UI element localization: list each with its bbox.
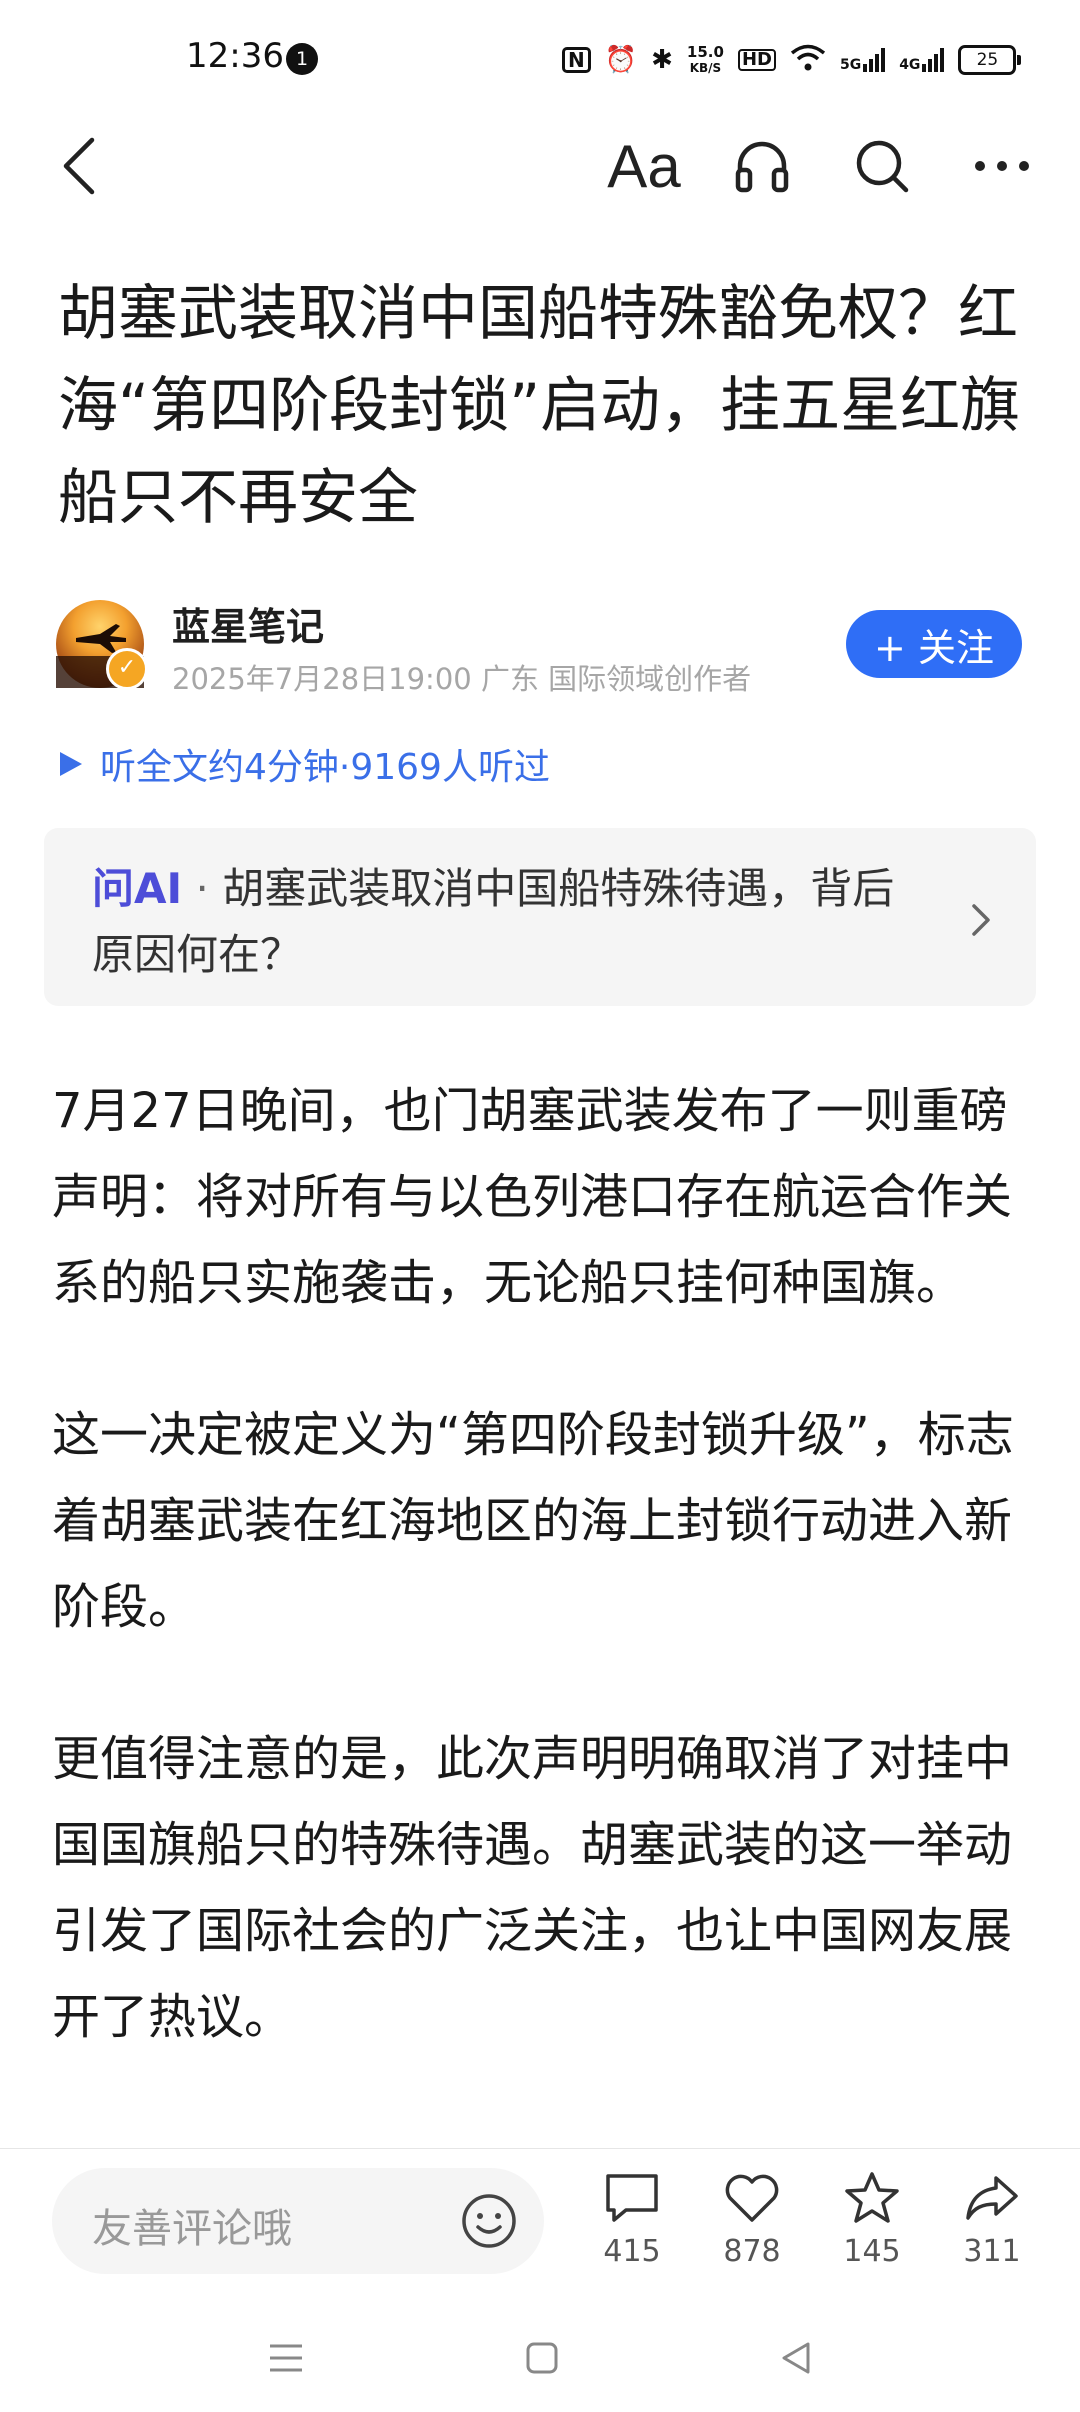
- network-speed: 15.0 KB/S: [686, 42, 724, 76]
- like-button[interactable]: 878: [702, 2170, 802, 2269]
- heart-icon: [725, 2174, 779, 2222]
- back-button[interactable]: [52, 126, 122, 206]
- ask-ai-brand: 问AI: [92, 864, 183, 913]
- search-button[interactable]: [842, 126, 922, 206]
- comments-button[interactable]: 415: [582, 2170, 682, 2269]
- follow-button[interactable]: + 关注: [846, 610, 1022, 678]
- signal-5g-icon: 5G: [839, 48, 886, 73]
- network-speed-value: 15.0: [686, 42, 724, 61]
- chevron-right-icon: [962, 890, 1002, 950]
- notification-badge: 1: [286, 43, 318, 75]
- comments-count: 415: [603, 2234, 661, 2269]
- listen-button[interactable]: [722, 126, 802, 206]
- nfc-icon: N: [562, 47, 591, 73]
- recent-apps-button[interactable]: [266, 2330, 306, 2386]
- shares-count: 311: [963, 2234, 1021, 2269]
- article-title: 胡塞武装取消中国船特殊豁免权？红海“第四阶段封锁”启动，挂五星红旗船只不再安全: [58, 279, 1021, 533]
- star-icon: [845, 2172, 899, 2223]
- ask-ai-separator: ·: [195, 864, 209, 913]
- comment-icon: [606, 2174, 658, 2222]
- bluetooth-icon: ✱: [651, 45, 673, 75]
- emoji-button[interactable]: [460, 2192, 518, 2250]
- share-button[interactable]: 311: [942, 2170, 1042, 2269]
- ask-ai-question: 胡塞武装取消中国船特殊待遇，背后原因何在？: [92, 864, 895, 979]
- signal-5g-label: 5G: [839, 57, 862, 73]
- article-paragraph: 这一决定被定义为“第四阶段封锁升级”，标志着胡塞武装在红海地区的海上封锁行动进入…: [52, 1407, 1014, 1635]
- wifi-icon: [790, 44, 826, 77]
- hd-icon: HD: [737, 49, 776, 71]
- author-meta: 2025年7月28日19:00 广东 国际领域创作者: [172, 662, 752, 696]
- favorites-count: 145: [843, 2234, 901, 2269]
- status-time: 12:36: [186, 36, 284, 76]
- comment-placeholder: 友善评论哦: [92, 2206, 292, 2252]
- author-name[interactable]: 蓝星笔记: [172, 596, 324, 651]
- network-speed-unit: KB/S: [689, 60, 722, 75]
- home-button[interactable]: [522, 2330, 562, 2386]
- article-paragraph: 更值得注意的是，此次声明明确取消了对挂中国国旗船只的特殊待遇。胡塞武装的这一举动…: [52, 1731, 1013, 2045]
- triangle-back-icon: [782, 2342, 810, 2374]
- headphones-icon: [735, 141, 789, 193]
- chevron-left-icon: [63, 137, 95, 195]
- status-icons: N ⏰ ✱ 15.0 KB/S HD 5G 4G 25: [562, 36, 1022, 84]
- status-bar: 12:36 1 N ⏰ ✱ 15.0 KB/S HD 5G 4G 25: [0, 0, 1080, 120]
- favorite-button[interactable]: 145: [822, 2170, 922, 2269]
- menu-icon: [270, 2344, 302, 2372]
- back-nav-button[interactable]: [776, 2330, 816, 2386]
- listen-full-text-link[interactable]: 听全文约4分钟·9169人听过: [58, 738, 550, 790]
- likes-count: 878: [723, 2234, 781, 2269]
- more-button[interactable]: [962, 126, 1042, 206]
- emoji-icon: [462, 2194, 516, 2248]
- share-icon: [966, 2176, 1018, 2220]
- article-body: 7月27日晚间，也门胡塞武装发布了一则重磅声明：将对所有与以色列港口存在航运合作…: [52, 1068, 1022, 2126]
- font-size-button[interactable]: Aa: [604, 126, 684, 206]
- listen-text: 听全文约4分钟·9169人听过: [100, 747, 550, 788]
- signal-4g-label: 4G: [899, 57, 921, 73]
- verified-badge-icon: ✓: [106, 648, 148, 690]
- square-icon: [526, 2342, 558, 2374]
- search-icon: [856, 140, 909, 193]
- alarm-icon: ⏰: [604, 45, 638, 75]
- more-icon: [975, 161, 1029, 171]
- ask-ai-text: 问AI · 胡塞武装取消中国船特殊待遇，背后原因何在？: [92, 856, 932, 988]
- battery-icon: 25: [958, 45, 1022, 75]
- signal-4g-icon: 4G: [899, 48, 945, 73]
- article-paragraph: 7月27日晚间，也门胡塞武装发布了一则重磅声明：将对所有与以色列港口存在航运合作…: [52, 1083, 1013, 1311]
- play-icon: [60, 752, 82, 776]
